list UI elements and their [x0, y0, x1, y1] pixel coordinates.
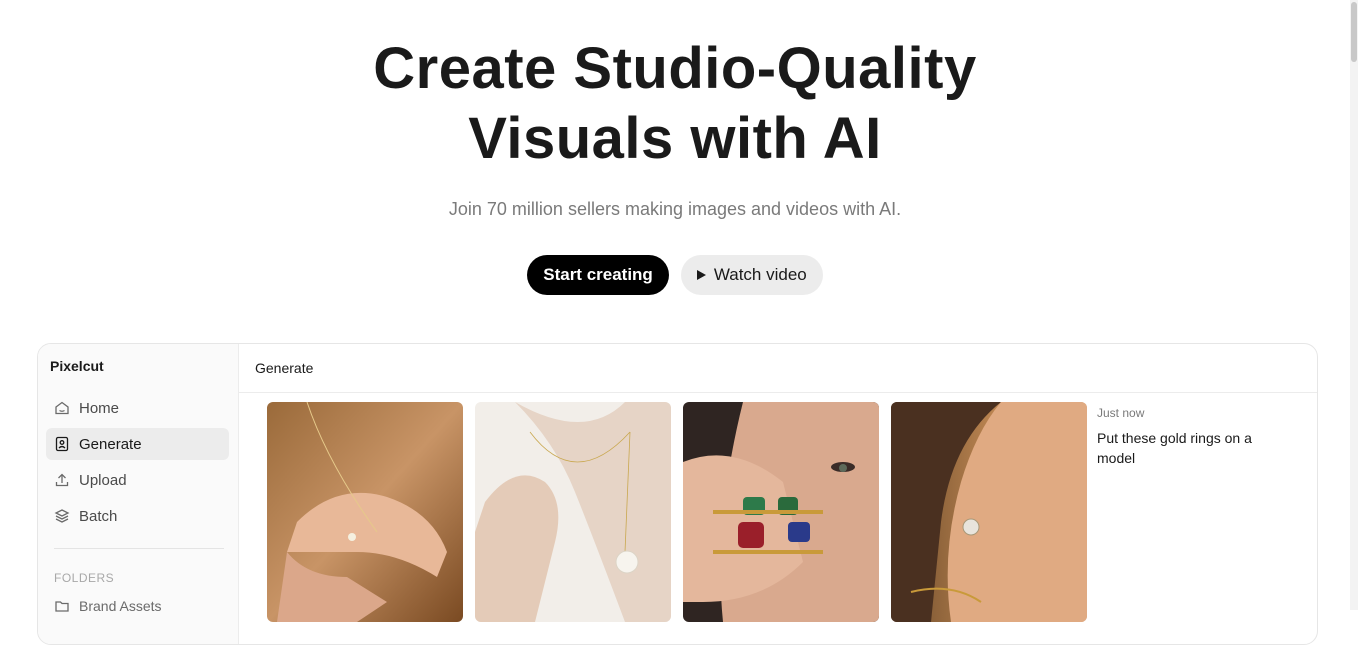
scrollbar-thumb[interactable]	[1351, 2, 1357, 62]
hand-ring-image	[267, 402, 463, 622]
generated-image-pearl-necklace[interactable]	[475, 402, 671, 622]
sidebar-item-batch[interactable]: Batch	[46, 500, 229, 532]
main-header: Generate	[239, 344, 1317, 393]
sidebar-nav: Home Generate Upload Batch	[46, 392, 229, 536]
cta-row: Start creating Watch video	[0, 255, 1350, 295]
main-panel: Generate Just now Put these gold rings o…	[239, 344, 1317, 644]
layers-icon	[54, 508, 70, 524]
folder-label: Brand Assets	[79, 598, 162, 614]
generated-image-hand-ring[interactable]	[267, 402, 463, 622]
folders-heading: FOLDERS	[54, 571, 115, 585]
generated-image-earring[interactable]	[891, 402, 1087, 622]
generate-icon	[54, 436, 70, 452]
earring-image	[891, 402, 1087, 622]
start-creating-button[interactable]: Start creating	[527, 255, 669, 295]
sidebar-item-label: Generate	[79, 435, 142, 453]
brand-name: Pixelcut	[50, 358, 104, 374]
hero-subtitle: Join 70 million sellers making images an…	[448, 199, 902, 219]
home-icon	[54, 400, 70, 416]
generation-prompt: Put these gold rings on a model	[1097, 430, 1252, 466]
sidebar-item-upload[interactable]: Upload	[46, 464, 229, 496]
gem-rings-image	[683, 402, 879, 622]
sidebar-item-generate[interactable]: Generate	[46, 428, 229, 460]
hero-title: Create Studio-Quality Visuals with AI	[0, 34, 1350, 174]
hero-title-line-2: Visuals with AI	[468, 106, 882, 171]
generated-image-gem-rings[interactable]	[683, 402, 879, 622]
app-preview: Pixelcut Home Generate Upload Batch FOLD…	[37, 343, 1318, 645]
sidebar-divider	[54, 548, 224, 549]
play-icon	[696, 270, 706, 280]
watch-video-button[interactable]: Watch video	[680, 255, 823, 295]
main-title: Generate	[255, 360, 314, 376]
sidebar-item-label: Batch	[79, 507, 118, 525]
generation-timestamp: Just now	[1097, 406, 1145, 420]
sidebar-item-label: Upload	[79, 471, 127, 489]
generated-gallery	[267, 402, 1087, 622]
generation-info: Just now Put these gold rings on a model	[1097, 406, 1277, 468]
sidebar-item-home[interactable]: Home	[46, 392, 229, 424]
watch-video-label: Watch video	[713, 265, 807, 284]
sidebar: Pixelcut Home Generate Upload Batch FOLD…	[38, 344, 239, 644]
sidebar-folder-brand-assets[interactable]: Brand Assets	[54, 598, 162, 614]
page-scrollbar[interactable]	[1350, 0, 1358, 610]
sidebar-item-label: Home	[79, 399, 120, 417]
pearl-necklace-image	[475, 402, 671, 622]
upload-icon	[54, 472, 70, 488]
hero-title-line-1: Create Studio-Quality	[373, 36, 977, 101]
folder-icon	[54, 598, 70, 614]
